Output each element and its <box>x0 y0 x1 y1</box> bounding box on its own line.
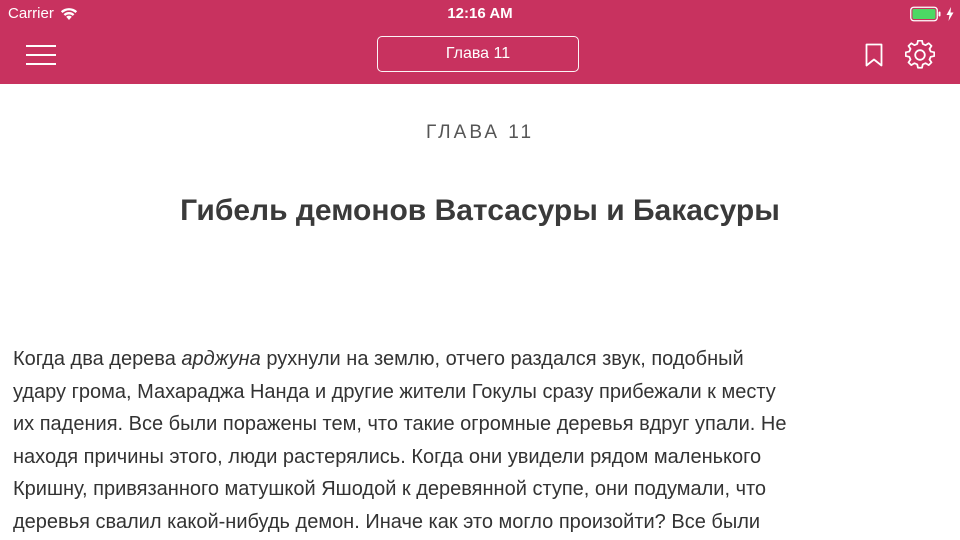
status-time: 12:16 AM <box>447 5 513 22</box>
chapter-label: ГЛАВА 11 <box>425 122 535 143</box>
chapter-body-text: Когда два дерева арджуна рухнули на земл… <box>13 343 948 538</box>
navigation-bar: Глава 11 <box>0 28 960 84</box>
paragraph-line: Кришну, привязанного матушкой Яшодой к д… <box>13 473 948 506</box>
battery-icon <box>910 6 941 22</box>
reading-content[interactable]: ГЛАВА 11 Гибель демонов Ватсасуры и Бака… <box>0 84 960 540</box>
chapter-title: Гибель демонов Ватсасуры и Бакасуры <box>180 194 780 227</box>
chapter-selector-button[interactable]: Глава 11 <box>377 36 579 72</box>
text-segment: деревья свалил какой-нибудь демон. Иначе… <box>13 510 761 533</box>
text-segment: Когда два дерева <box>13 348 182 370</box>
paragraph-line: деревья свалил какой-нибудь демон. Иначе… <box>13 506 948 539</box>
bookmark-icon <box>865 43 883 67</box>
paragraph-line: их падения. Все были поражены тем, что т… <box>13 408 948 441</box>
app-header: Carrier 12:16 AM Глава 11 <box>0 0 960 84</box>
paragraph-line: удару грома, Махараджа Нанда и другие жи… <box>13 376 948 409</box>
text-segment: находя причины этого, люди растерялись. … <box>13 445 762 468</box>
status-bar: Carrier 12:16 AM <box>0 0 960 28</box>
paragraph-line: Когда два дерева арджуна рухнули на земл… <box>13 343 948 376</box>
battery-group <box>910 5 954 23</box>
hamburger-menu-icon <box>26 45 56 65</box>
reader-screen: Carrier 12:16 AM Глава 11 ГЛАВА 11 Гибел… <box>0 0 960 540</box>
text-segment: рухнули на землю, отчего раздался звук, … <box>260 348 744 370</box>
menu-button[interactable] <box>22 38 60 72</box>
gear-icon <box>905 40 935 69</box>
paragraph-line: находя причины этого, люди растерялись. … <box>13 441 948 474</box>
text-segment: их падения. Все были поражены тем, что т… <box>13 413 787 435</box>
italic-term: арджуна <box>181 348 261 370</box>
chapter-selector-label: Глава 11 <box>445 45 511 62</box>
charging-icon <box>946 7 954 21</box>
settings-button[interactable] <box>902 38 938 72</box>
text-segment: удару грома, Махараджа Нанда и другие жи… <box>13 380 776 403</box>
text-segment: Кришну, привязанного матушкой Яшодой к д… <box>13 478 767 500</box>
bookmark-button[interactable] <box>860 39 888 71</box>
